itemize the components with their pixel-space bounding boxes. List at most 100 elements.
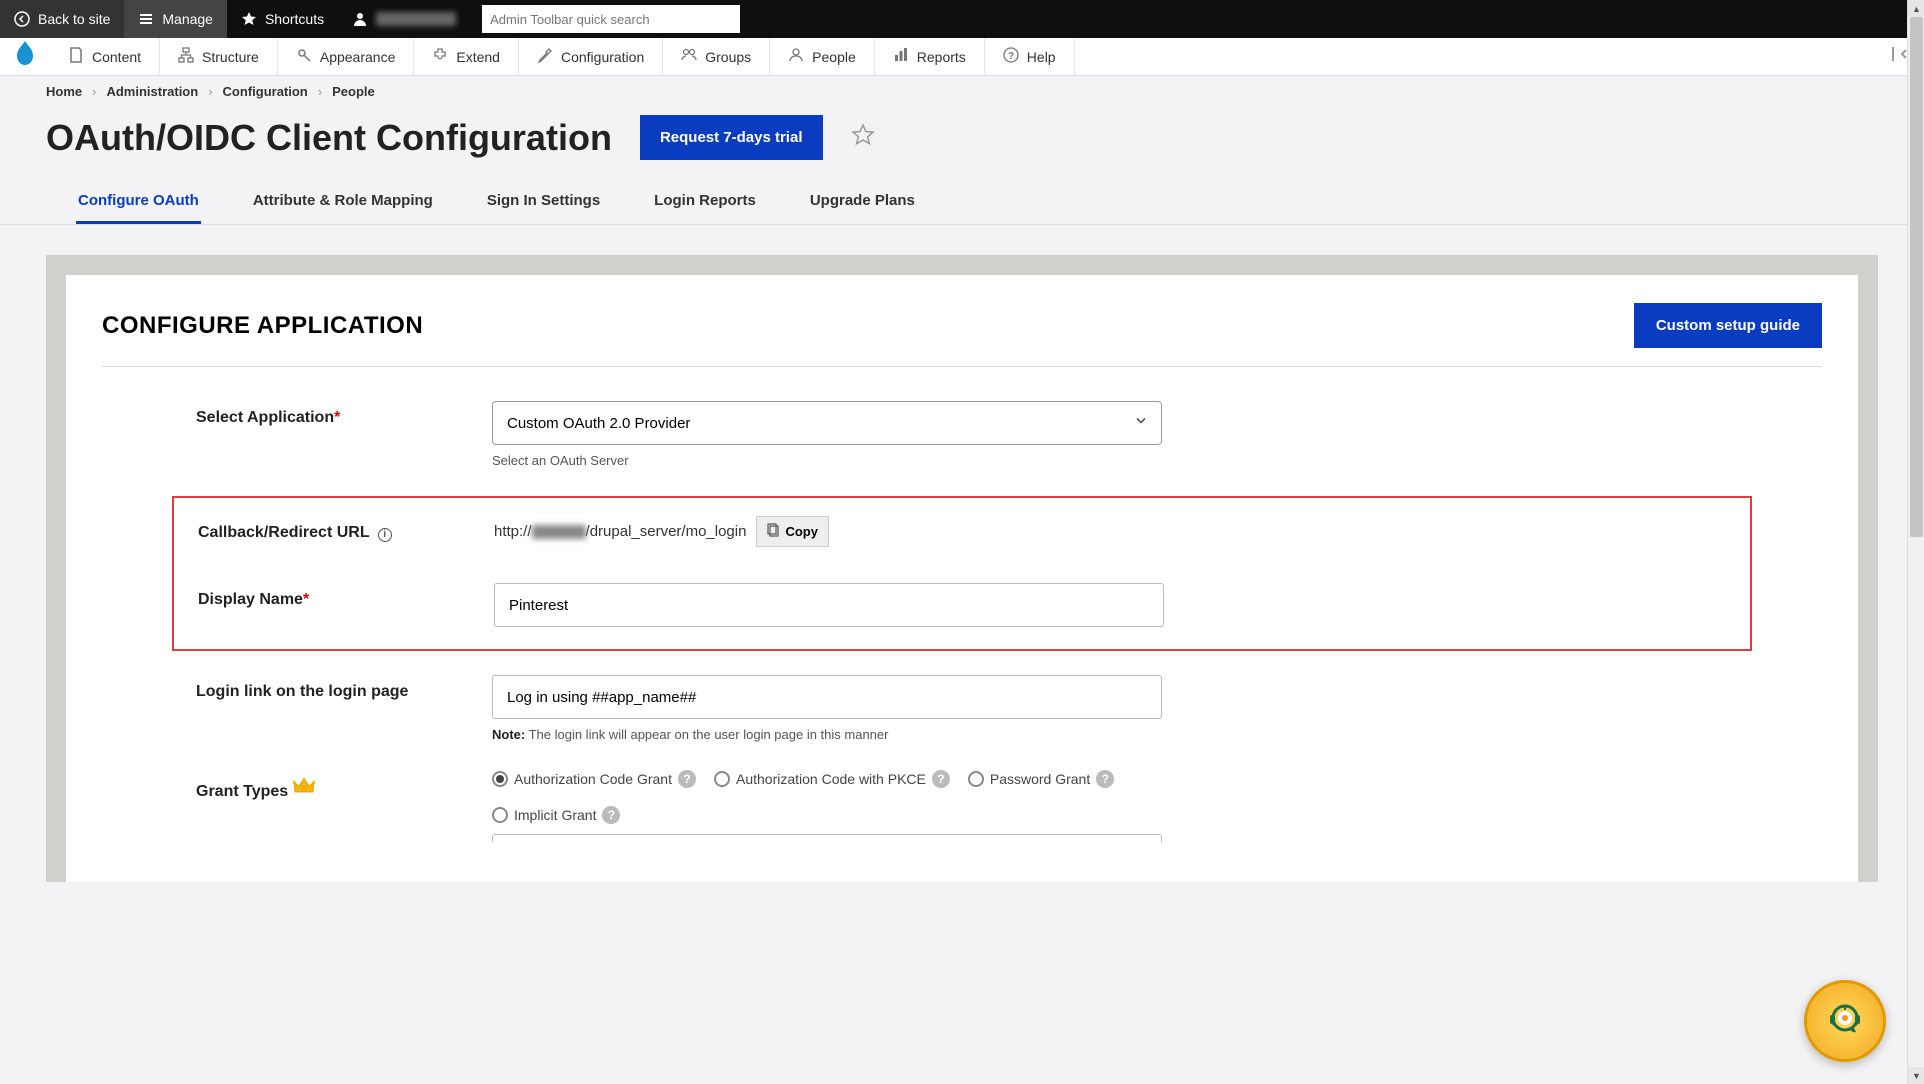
configure-panel: CONFIGURE APPLICATION Custom setup guide… bbox=[66, 275, 1858, 882]
reports-icon bbox=[893, 47, 909, 66]
row-callback-url: Callback/Redirect URL i http:///drupal_s… bbox=[174, 516, 1750, 547]
appearance-label: Appearance bbox=[320, 49, 396, 65]
svg-text:?: ? bbox=[1008, 51, 1014, 62]
menu-help[interactable]: ? Help bbox=[985, 38, 1075, 75]
scroll-up-button[interactable]: ▲ bbox=[1908, 0, 1924, 17]
login-link-note: Note: The login link will appear on the … bbox=[492, 727, 1162, 742]
tab-signin-settings[interactable]: Sign In Settings bbox=[485, 180, 602, 224]
menu-structure[interactable]: Structure bbox=[160, 38, 278, 75]
radio-implicit[interactable] bbox=[492, 807, 508, 823]
extend-icon bbox=[432, 47, 448, 66]
structure-icon bbox=[178, 47, 194, 66]
vertical-scrollbar[interactable]: ▲ ▼ bbox=[1907, 0, 1924, 1084]
extend-label: Extend bbox=[456, 49, 500, 65]
content-label: Content bbox=[92, 49, 141, 65]
groups-label: Groups bbox=[705, 49, 751, 65]
reports-label: Reports bbox=[917, 49, 966, 65]
drupal-logo[interactable] bbox=[0, 41, 50, 72]
support-chat-button[interactable] bbox=[1804, 980, 1886, 1062]
grant-types-label: Grant Types bbox=[102, 770, 492, 801]
user-menu[interactable] bbox=[338, 0, 470, 38]
url-host-blurred bbox=[532, 525, 586, 539]
tab-upgrade-plans[interactable]: Upgrade Plans bbox=[808, 180, 917, 224]
row-grant-types: Grant Types Authorization Code Grant ? A… bbox=[102, 770, 1822, 824]
config-icon bbox=[537, 47, 553, 66]
user-icon bbox=[352, 11, 368, 27]
tab-attribute-mapping[interactable]: Attribute & Role Mapping bbox=[251, 180, 435, 224]
callback-label: Callback/Redirect URL i bbox=[174, 516, 494, 542]
people-icon bbox=[788, 47, 804, 66]
scrollbar-thumb[interactable] bbox=[1910, 17, 1923, 537]
menu-configuration[interactable]: Configuration bbox=[519, 38, 663, 75]
radio-auth-code[interactable] bbox=[492, 771, 508, 787]
people-label: People bbox=[812, 49, 856, 65]
help-badge-icon[interactable]: ? bbox=[932, 770, 950, 788]
tab-login-reports[interactable]: Login Reports bbox=[652, 180, 758, 224]
scroll-down-button[interactable]: ▼ bbox=[1908, 1067, 1924, 1084]
info-icon[interactable]: i bbox=[378, 528, 392, 542]
menu-groups[interactable]: Groups bbox=[663, 38, 770, 75]
menu-people[interactable]: People bbox=[770, 38, 875, 75]
page-header: OAuth/OIDC Client Configuration Request … bbox=[0, 107, 1924, 180]
config-label: Configuration bbox=[561, 49, 644, 65]
groups-icon bbox=[681, 47, 697, 66]
highlighted-section: Callback/Redirect URL i http:///drupal_s… bbox=[172, 496, 1752, 651]
sub-tabs: Configure OAuth Attribute & Role Mapping… bbox=[0, 180, 1924, 225]
hamburger-icon bbox=[138, 11, 154, 27]
menu-appearance[interactable]: Appearance bbox=[278, 38, 415, 75]
quick-search-wrap bbox=[482, 5, 740, 33]
panel-wrap: CONFIGURE APPLICATION Custom setup guide… bbox=[46, 255, 1878, 882]
username-blurred bbox=[376, 12, 456, 26]
copy-url-button[interactable]: Copy bbox=[756, 516, 829, 547]
display-name-input[interactable] bbox=[494, 583, 1164, 627]
menu-content[interactable]: Content bbox=[50, 38, 160, 75]
shortcuts-link[interactable]: Shortcuts bbox=[227, 0, 338, 38]
display-name-label: Display Name* bbox=[174, 583, 494, 609]
menu-reports[interactable]: Reports bbox=[875, 38, 985, 75]
shortcuts-label: Shortcuts bbox=[265, 11, 324, 27]
chevron-right-icon: › bbox=[92, 84, 96, 99]
row-display-name: Display Name* bbox=[174, 583, 1750, 627]
admin-quick-search-input[interactable] bbox=[482, 5, 740, 33]
favorite-star-icon[interactable] bbox=[851, 123, 875, 152]
panel-heading: CONFIGURE APPLICATION bbox=[102, 312, 423, 340]
custom-setup-guide-button[interactable]: Custom setup guide bbox=[1634, 303, 1822, 348]
radio-password[interactable] bbox=[968, 771, 984, 787]
copy-label: Copy bbox=[785, 524, 818, 539]
help-icon: ? bbox=[1003, 47, 1019, 66]
select-app-label: Select Application* bbox=[102, 401, 492, 427]
partial-input-edge bbox=[492, 834, 1162, 842]
select-app-wrap: Custom OAuth 2.0 Provider bbox=[492, 401, 1162, 445]
row-login-link: Login link on the login page Note: The l… bbox=[102, 675, 1822, 742]
grant-implicit[interactable]: Implicit Grant ? bbox=[492, 806, 620, 824]
chevron-right-icon: › bbox=[318, 84, 322, 99]
top-toolbar: Back to site Manage Shortcuts bbox=[0, 0, 1924, 38]
help-badge-icon[interactable]: ? bbox=[678, 770, 696, 788]
crumb-config[interactable]: Configuration bbox=[223, 84, 308, 99]
tab-configure-oauth[interactable]: Configure OAuth bbox=[76, 180, 201, 224]
menu-extend[interactable]: Extend bbox=[414, 38, 519, 75]
grant-options: Authorization Code Grant ? Authorization… bbox=[492, 770, 1252, 824]
crumb-home[interactable]: Home bbox=[46, 84, 82, 99]
help-label: Help bbox=[1027, 49, 1056, 65]
grant-auth-code[interactable]: Authorization Code Grant ? bbox=[492, 770, 696, 788]
request-trial-button[interactable]: Request 7-days trial bbox=[640, 115, 823, 160]
login-link-input[interactable] bbox=[492, 675, 1162, 719]
content-icon bbox=[68, 47, 84, 66]
row-next-partial bbox=[102, 834, 1822, 842]
help-badge-icon[interactable]: ? bbox=[1096, 770, 1114, 788]
breadcrumb: Home › Administration › Configuration › … bbox=[0, 76, 1924, 107]
login-link-label: Login link on the login page bbox=[102, 675, 492, 701]
manage-link[interactable]: Manage bbox=[124, 0, 227, 38]
structure-label: Structure bbox=[202, 49, 259, 65]
select-application-dropdown[interactable]: Custom OAuth 2.0 Provider bbox=[492, 401, 1162, 445]
grant-password[interactable]: Password Grant ? bbox=[968, 770, 1114, 788]
radio-pkce[interactable] bbox=[714, 771, 730, 787]
crumb-people[interactable]: People bbox=[332, 84, 375, 99]
crumb-admin[interactable]: Administration bbox=[106, 84, 198, 99]
panel-head: CONFIGURE APPLICATION Custom setup guide bbox=[102, 303, 1822, 367]
grant-pkce[interactable]: Authorization Code with PKCE ? bbox=[714, 770, 950, 788]
url-suffix: /drupal_server/mo_login bbox=[586, 523, 747, 540]
back-to-site-link[interactable]: Back to site bbox=[0, 0, 124, 38]
help-badge-icon[interactable]: ? bbox=[602, 806, 620, 824]
